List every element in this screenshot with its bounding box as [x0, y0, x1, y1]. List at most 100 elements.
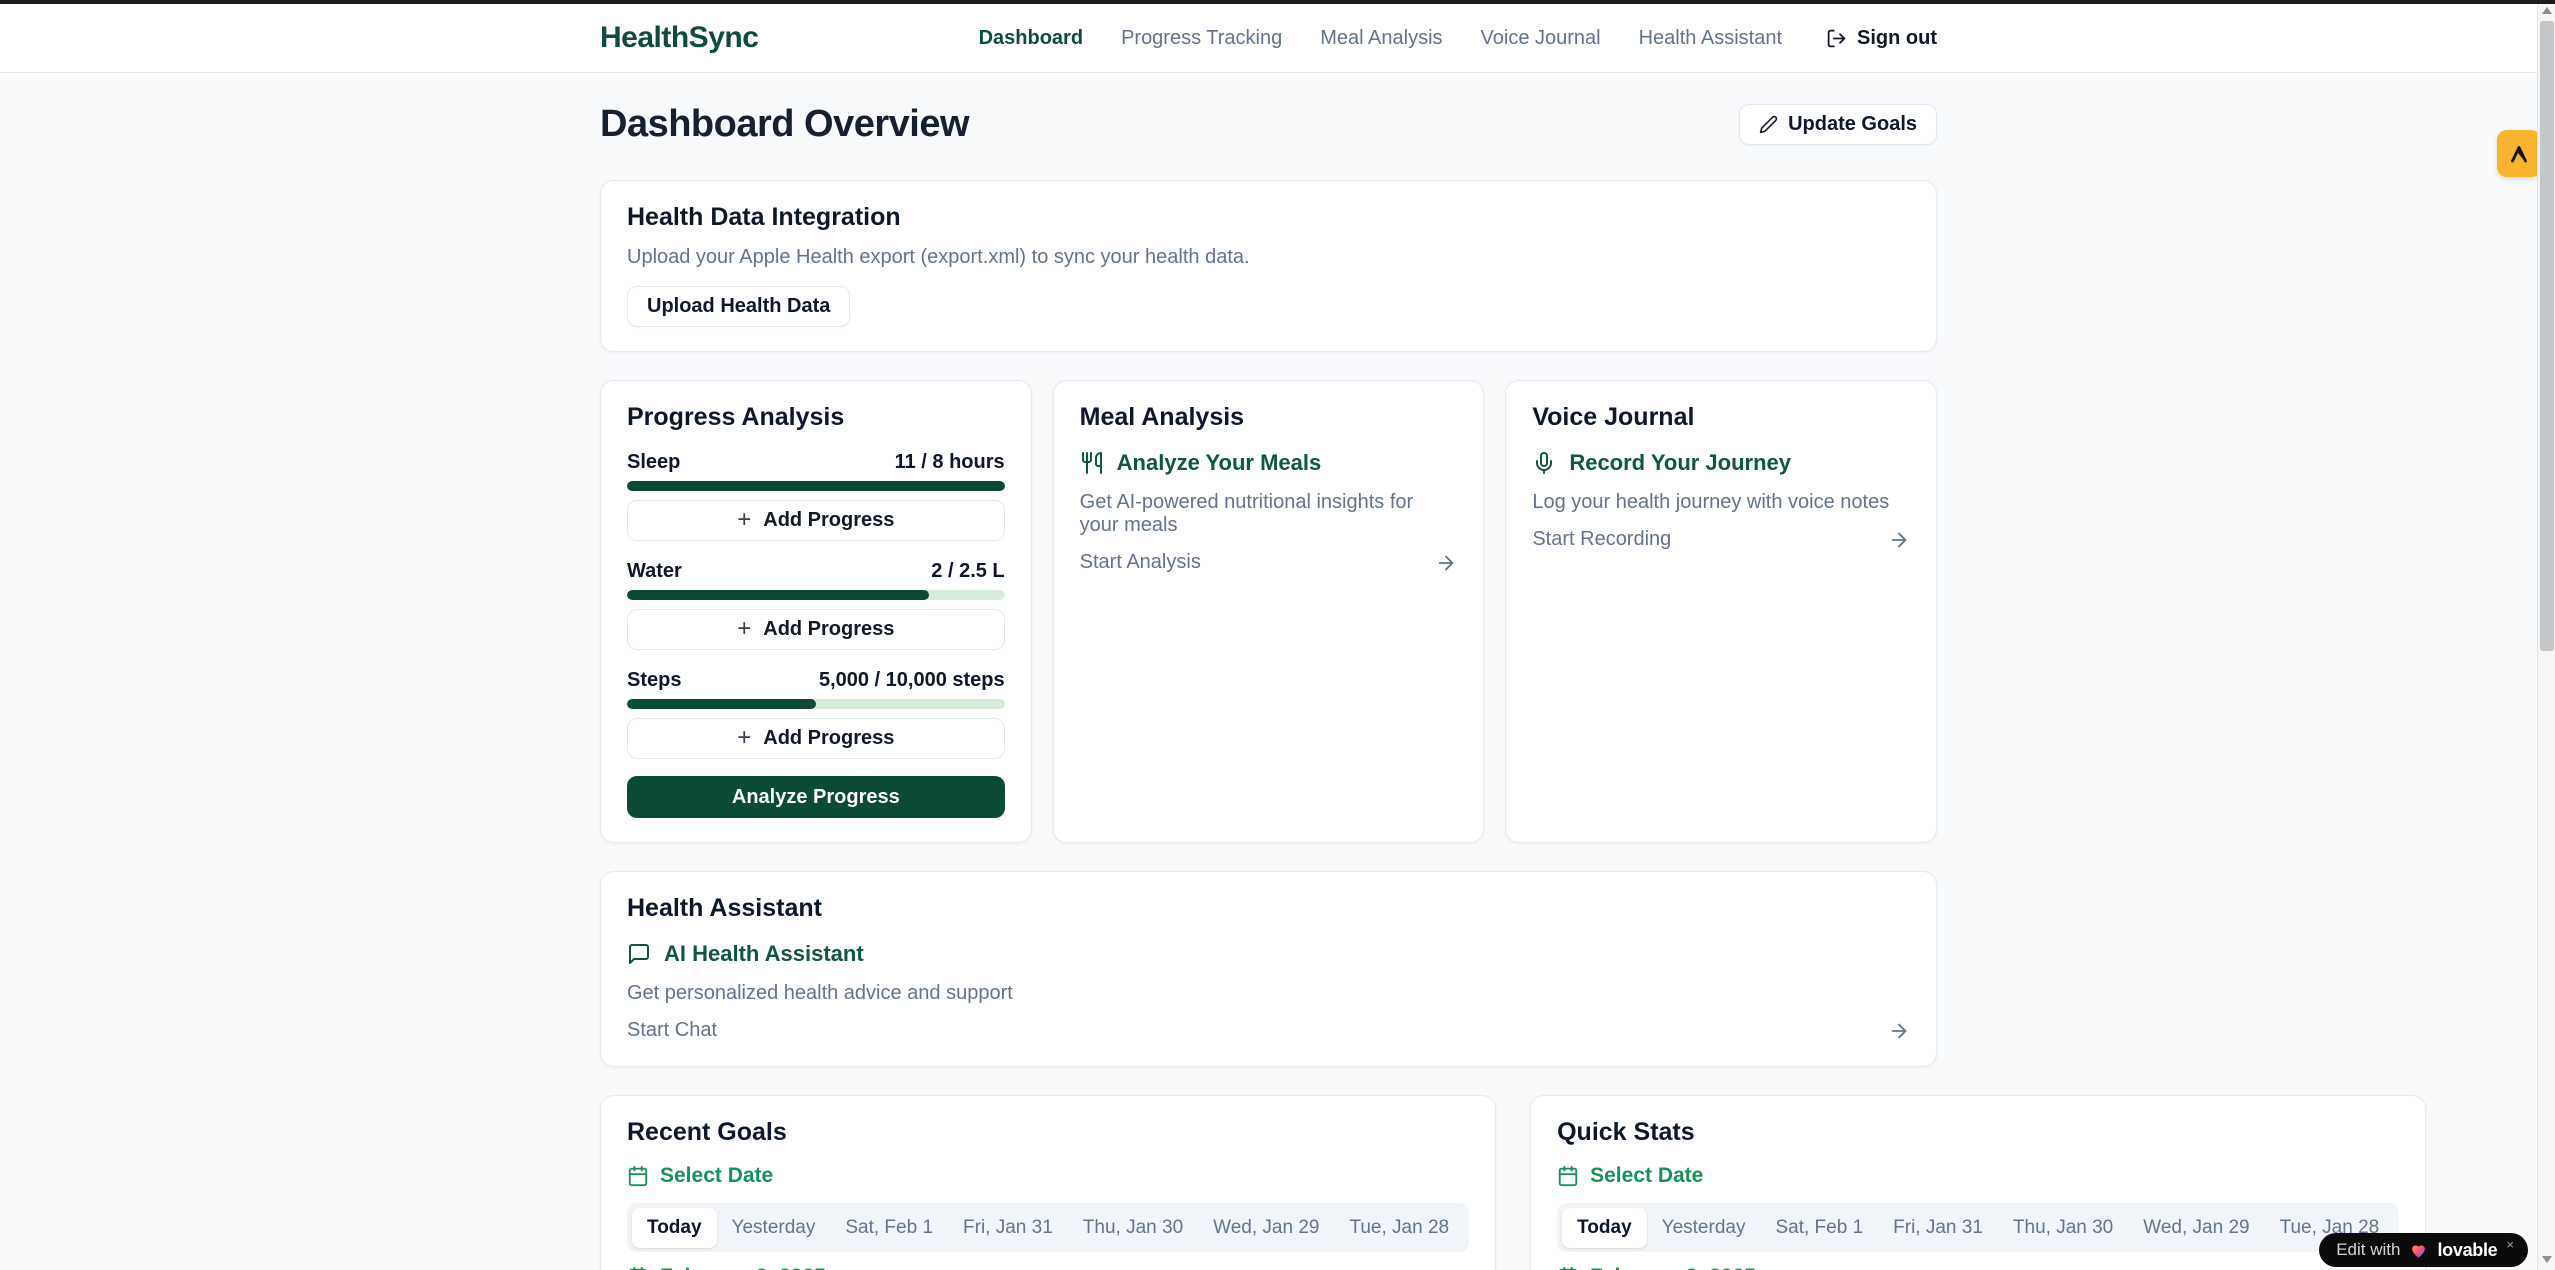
nav-health-assistant[interactable]: Health Assistant — [1639, 27, 1782, 50]
scrollbar-down-arrow[interactable] — [2542, 1256, 2552, 1263]
meal-description: Get AI-powered nutritional insights for … — [1080, 491, 1458, 537]
page-title: Dashboard Overview — [600, 103, 969, 146]
tab-sat-feb-1[interactable]: Sat, Feb 1 — [1760, 1208, 1878, 1248]
integration-description: Upload your Apple Health export (export.… — [627, 246, 1910, 269]
quick-stats-select-date[interactable]: Select Date — [1557, 1164, 2399, 1188]
recent-goals-selected-date[interactable]: February 3, 2025 — [627, 1265, 1469, 1270]
select-date-label: Select Date — [660, 1164, 773, 1188]
chat-bubble-icon — [627, 942, 651, 966]
start-analysis-action[interactable]: Start Analysis — [1080, 551, 1458, 574]
sleep-progress-bar — [627, 481, 1005, 491]
start-chat-action[interactable]: Start Chat — [627, 1019, 1910, 1042]
microphone-icon — [1532, 451, 1556, 475]
quick-stats-title: Quick Stats — [1557, 1118, 2399, 1147]
recent-goals-title: Recent Goals — [627, 1118, 1469, 1147]
meal-analysis-title: Meal Analysis — [1080, 403, 1458, 432]
calendar-icon — [1557, 1266, 1579, 1270]
tab-wed-jan-29[interactable]: Wed, Jan 29 — [2128, 1208, 2264, 1248]
arrow-right-icon — [1888, 529, 1910, 551]
selected-date-label: February 3, 2025 — [1590, 1265, 1756, 1270]
recent-goals-select-date[interactable]: Select Date — [627, 1164, 1469, 1188]
meal-analysis-card: Meal Analysis Analyze Your Meals Get AI-… — [1053, 380, 1485, 843]
lovable-brand-label: lovable — [2437, 1240, 2497, 1261]
gradient-heart-icon — [2409, 1241, 2428, 1260]
analyze-your-meals-link[interactable]: Analyze Your Meals — [1080, 450, 1458, 476]
sleep-value: 11 / 8 hours — [895, 451, 1005, 474]
voice-journal-card: Voice Journal Record Your Journey Log yo… — [1505, 380, 1937, 843]
water-add-progress-button[interactable]: + Add Progress — [627, 609, 1005, 650]
plus-icon: + — [737, 617, 751, 641]
tab-thu-jan-30[interactable]: Thu, Jan 30 — [1998, 1208, 2128, 1248]
badge-close-icon[interactable]: × — [2506, 1237, 2514, 1252]
arrow-right-icon — [1888, 1020, 1910, 1042]
tab-today[interactable]: Today — [1562, 1208, 1647, 1248]
steps-progress-bar — [627, 699, 1005, 709]
health-data-integration-card: Health Data Integration Upload your Appl… — [600, 180, 1937, 352]
vertical-scrollbar[interactable] — [2537, 0, 2555, 1270]
water-value: 2 / 2.5 L — [931, 560, 1004, 583]
water-progress-bar — [627, 590, 1005, 600]
sleep-label: Sleep — [627, 451, 680, 474]
health-assistant-title: Health Assistant — [627, 894, 1910, 923]
plus-icon: + — [737, 508, 751, 532]
add-progress-label: Add Progress — [763, 618, 894, 641]
utensils-icon — [1080, 451, 1104, 475]
editor-panel-tab[interactable] — [2497, 130, 2541, 177]
calendar-icon — [627, 1266, 649, 1270]
calendar-icon — [627, 1165, 649, 1187]
main-nav: Dashboard Progress Tracking Meal Analysi… — [979, 27, 1937, 50]
analyze-progress-button[interactable]: Analyze Progress — [627, 776, 1005, 818]
tab-wed-jan-29[interactable]: Wed, Jan 29 — [1198, 1208, 1334, 1248]
voice-description: Log your health journey with voice notes — [1532, 491, 1910, 514]
sleep-metric: Sleep 11 / 8 hours + Add Progress — [627, 451, 1005, 541]
steps-value: 5,000 / 10,000 steps — [819, 669, 1005, 692]
record-your-journey-link[interactable]: Record Your Journey — [1532, 450, 1910, 476]
progress-analysis-card: Progress Analysis Sleep 11 / 8 hours + A… — [600, 380, 1032, 843]
update-goals-button[interactable]: Update Goals — [1739, 104, 1937, 145]
tab-thu-jan-30[interactable]: Thu, Jan 30 — [1068, 1208, 1198, 1248]
scrollbar-up-arrow[interactable] — [2542, 7, 2552, 14]
upload-health-data-button[interactable]: Upload Health Data — [627, 286, 850, 327]
edit-with-label: Edit with — [2336, 1240, 2400, 1260]
recent-goals-card: Recent Goals Select Date Today Yesterday… — [600, 1095, 1496, 1270]
scrollbar-thumb[interactable] — [2540, 21, 2554, 651]
add-progress-label: Add Progress — [763, 509, 894, 532]
steps-add-progress-button[interactable]: + Add Progress — [627, 718, 1005, 759]
tab-today[interactable]: Today — [632, 1208, 717, 1248]
sign-out-label: Sign out — [1857, 27, 1937, 50]
start-recording-action[interactable]: Start Recording — [1532, 528, 1910, 551]
sleep-add-progress-button[interactable]: + Add Progress — [627, 500, 1005, 541]
edit-with-lovable-badge[interactable]: Edit with lovable × — [2319, 1233, 2528, 1267]
tab-tue-jan-28[interactable]: Tue, Jan 28 — [1334, 1208, 1464, 1248]
health-assistant-card: Health Assistant AI Health Assistant Get… — [600, 871, 1937, 1067]
plus-icon: + — [737, 726, 751, 750]
selected-date-label: February 3, 2025 — [660, 1265, 826, 1270]
recent-goals-date-tabs: Today Yesterday Sat, Feb 1 Fri, Jan 31 T… — [627, 1203, 1469, 1252]
quick-stats-selected-date[interactable]: February 3, 2025 — [1557, 1265, 2399, 1270]
nav-meal-analysis[interactable]: Meal Analysis — [1320, 27, 1442, 50]
tab-yesterday[interactable]: Yesterday — [717, 1208, 831, 1248]
water-label: Water — [627, 560, 682, 583]
start-recording-label: Start Recording — [1532, 528, 1671, 551]
tab-yesterday[interactable]: Yesterday — [1647, 1208, 1761, 1248]
nav-progress-tracking[interactable]: Progress Tracking — [1121, 27, 1282, 50]
nav-voice-journal[interactable]: Voice Journal — [1481, 27, 1601, 50]
start-analysis-label: Start Analysis — [1080, 551, 1201, 574]
steps-label: Steps — [627, 669, 681, 692]
calendar-icon — [1557, 1165, 1579, 1187]
main-content: Dashboard Overview Update Goals Health D… — [600, 73, 1937, 1270]
sign-out-button[interactable]: Sign out — [1826, 27, 1937, 50]
add-progress-label: Add Progress — [763, 727, 894, 750]
tab-fri-jan-31[interactable]: Fri, Jan 31 — [948, 1208, 1068, 1248]
log-out-icon — [1826, 28, 1847, 49]
meal-link-label: Analyze Your Meals — [1117, 450, 1322, 476]
assistant-description: Get personalized health advice and suppo… — [627, 982, 1910, 1005]
tab-sat-feb-1[interactable]: Sat, Feb 1 — [830, 1208, 948, 1248]
voice-link-label: Record Your Journey — [1569, 450, 1791, 476]
integration-title: Health Data Integration — [627, 203, 1910, 232]
tab-fri-jan-31[interactable]: Fri, Jan 31 — [1878, 1208, 1998, 1248]
ai-health-assistant-link[interactable]: AI Health Assistant — [627, 941, 1910, 967]
nav-dashboard[interactable]: Dashboard — [979, 27, 1083, 50]
app-logo: HealthSync — [600, 21, 758, 55]
water-metric: Water 2 / 2.5 L + Add Progress — [627, 560, 1005, 650]
